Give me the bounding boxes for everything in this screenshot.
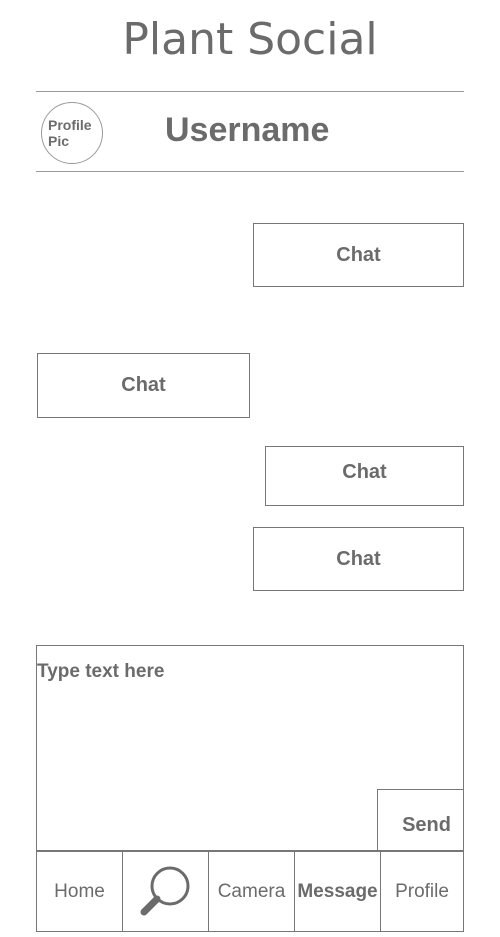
nav-camera[interactable]: Camera	[209, 852, 295, 931]
message-placeholder: Type text here	[37, 661, 165, 682]
nav-profile[interactable]: Profile	[381, 852, 463, 931]
header-divider-top	[36, 91, 464, 92]
nav-home[interactable]: Home	[37, 852, 123, 931]
bottom-nav: Home Camera Message Profile	[36, 851, 464, 932]
nav-message[interactable]: Message	[295, 852, 381, 931]
chat-bubble-left-1[interactable]: Chat	[37, 353, 250, 418]
header-divider-bottom	[36, 171, 464, 172]
search-icon	[140, 866, 189, 915]
nav-search[interactable]	[123, 852, 209, 931]
chat-bubble-right-1[interactable]: Chat	[253, 223, 464, 287]
username[interactable]: Username	[165, 111, 329, 150]
chat-bubble-right-3[interactable]: Chat	[253, 527, 464, 591]
send-button[interactable]: Send	[377, 789, 464, 851]
app-title: Plant Social	[122, 14, 378, 65]
chat-bubble-right-2[interactable]: Chat	[265, 446, 464, 506]
profile-pic[interactable]: Profile Pic	[41, 102, 103, 164]
